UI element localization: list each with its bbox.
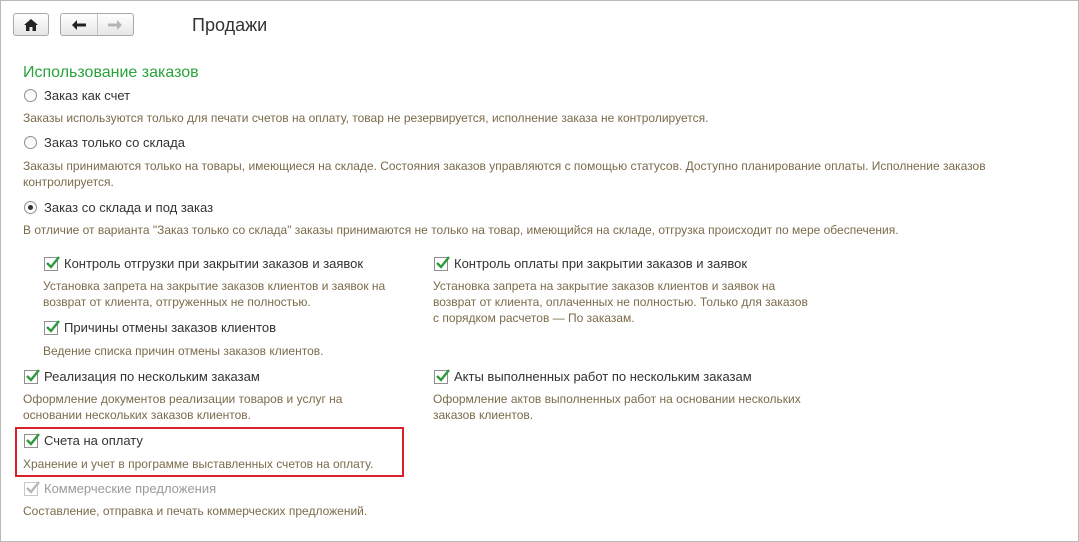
navigation-buttons — [60, 13, 134, 36]
back-button[interactable] — [61, 14, 97, 35]
checkmark-icon — [26, 432, 40, 446]
checkbox-label: Реализация по нескольким заказам — [44, 369, 260, 384]
arrow-left-icon — [71, 19, 86, 30]
checkbox-disabled — [24, 480, 40, 496]
checkbox-description: Оформление актов выполненных работ на ос… — [433, 392, 801, 422]
checkbox-description: Установка запрета на закрытие заказов кл… — [43, 279, 386, 309]
checkbox[interactable] — [44, 319, 60, 335]
radio-button[interactable] — [24, 136, 37, 149]
checkbox-label: Акты выполненных работ по нескольким зак… — [454, 369, 752, 384]
checkbox-label: Контроль оплаты при закрытии заказов и з… — [454, 256, 748, 271]
arrow-right-icon — [108, 19, 123, 30]
checkmark-icon — [26, 368, 40, 382]
page-title: Продажи — [192, 15, 268, 35]
checkbox-description: Оформление документов реализации товаров… — [23, 392, 343, 422]
radio-description: В отличие от варианта "Заказ только со с… — [23, 223, 899, 237]
checkbox-label: Причины отмены заказов клиентов — [64, 320, 277, 335]
checkbox-sales-multiple-orders[interactable]: Реализация по нескольким заказам — [24, 368, 260, 384]
checkbox-description: Хранение и учет в программе выставленных… — [23, 457, 374, 471]
home-icon — [24, 18, 38, 31]
checkmark-icon — [436, 368, 450, 382]
checkmark-icon — [26, 480, 40, 494]
checkbox[interactable] — [434, 255, 450, 271]
radio-order-stock-and-custom[interactable]: Заказ со склада и под заказ — [24, 200, 213, 215]
checkmark-icon — [46, 255, 60, 269]
checkbox-acts-multiple-orders[interactable]: Акты выполненных работ по нескольким зак… — [434, 368, 752, 384]
checkbox-label: Счета на оплату — [44, 433, 143, 448]
checkbox-invoices[interactable]: Счета на оплату — [24, 432, 143, 448]
radio-order-from-stock[interactable]: Заказ только со склада — [24, 135, 185, 150]
radio-label: Заказ только со склада — [44, 135, 185, 150]
checkbox-payment-control[interactable]: Контроль оплаты при закрытии заказов и з… — [434, 255, 748, 271]
radio-label: Заказ как счет — [44, 88, 131, 103]
home-button[interactable] — [13, 13, 49, 36]
checkbox-label: Коммерческие предложения — [44, 481, 217, 496]
checkbox[interactable] — [24, 368, 40, 384]
radio-description: Заказы используются только для печати сч… — [23, 111, 709, 125]
forward-button[interactable] — [96, 14, 134, 35]
checkbox-description: Установка запрета на закрытие заказов кл… — [433, 279, 808, 325]
checkbox-description: Ведение списка причин отмены заказов кли… — [43, 344, 324, 358]
checkbox-commercial-offers: Коммерческие предложения — [24, 480, 217, 496]
radio-description: Заказы принимаются только на товары, име… — [23, 159, 986, 189]
checkbox[interactable] — [24, 432, 40, 448]
checkbox-shipment-control[interactable]: Контроль отгрузки при закрытии заказов и… — [44, 255, 364, 271]
checkbox[interactable] — [434, 368, 450, 384]
checkbox-label: Контроль отгрузки при закрытии заказов и… — [64, 256, 364, 271]
radio-button[interactable] — [24, 89, 37, 102]
checkbox-description: Составление, отправка и печать коммерчес… — [23, 504, 368, 518]
checkmark-icon — [436, 255, 450, 269]
checkmark-icon — [46, 319, 60, 333]
radio-order-as-invoice[interactable]: Заказ как счет — [24, 88, 130, 103]
checkbox[interactable] — [44, 255, 60, 271]
section-title: Использование заказов — [23, 64, 199, 81]
radio-button-selected[interactable] — [24, 201, 37, 214]
radio-label: Заказ со склада и под заказ — [44, 200, 214, 215]
checkbox-cancel-reasons[interactable]: Причины отмены заказов клиентов — [44, 319, 277, 335]
